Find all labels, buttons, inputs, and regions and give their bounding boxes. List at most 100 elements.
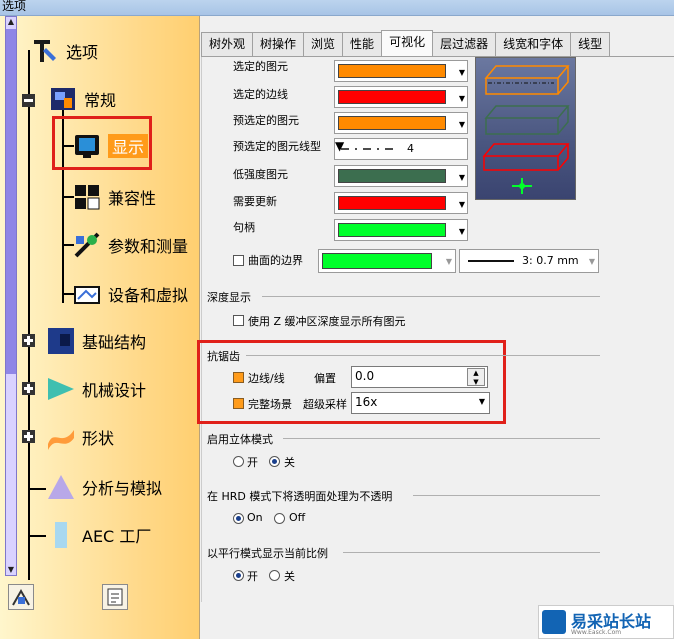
tree-toolbar xyxy=(0,580,200,639)
dropdown-arrow-icon[interactable]: ▼ xyxy=(459,120,465,129)
offset-value: 0.0 xyxy=(355,369,375,383)
dropdown-arrow-icon[interactable]: ▼ xyxy=(479,393,485,411)
antialias-section-title: 抗锯齿 xyxy=(207,350,240,363)
full-scene-checkbox[interactable] xyxy=(233,398,244,409)
preselected-linetype-label: 预选定的图元线型 xyxy=(233,140,321,153)
tree-item-infrastructure[interactable]: 基础结构 xyxy=(46,326,146,356)
options-lock-icon[interactable] xyxy=(8,584,34,610)
analysis-icon xyxy=(46,472,76,502)
surface-boundary-label: 曲面的边界 xyxy=(248,254,303,267)
tree-item-compatibility[interactable]: 兼容性 xyxy=(72,182,156,212)
tab-tree-manipulation[interactable]: 树操作 xyxy=(252,32,305,56)
tree-item-devices[interactable]: 设备和虚拟 xyxy=(72,279,188,309)
stereo-off-radio[interactable] xyxy=(269,456,280,467)
selected-edge-label: 选定的边线 xyxy=(233,88,288,101)
supersample-label: 超级采样 xyxy=(303,398,347,411)
color-fill xyxy=(338,223,446,237)
dropdown-arrow-icon[interactable]: ▼ xyxy=(459,200,465,209)
section-divider xyxy=(262,296,600,297)
edges-lines-checkbox[interactable] xyxy=(233,372,244,383)
needs-update-label: 需要更新 xyxy=(233,195,277,208)
dropdown-arrow-icon[interactable]: ▼ xyxy=(589,257,595,266)
hrd-on-label: On xyxy=(247,511,263,524)
tab-thickness-font[interactable]: 线宽和字体 xyxy=(495,32,572,56)
zbuffer-checkbox[interactable] xyxy=(233,315,244,326)
tab-visualization[interactable]: 可视化 xyxy=(381,30,434,56)
tree-item-label: 兼容性 xyxy=(108,189,157,208)
preselected-element-color-picker[interactable]: ▼ xyxy=(334,112,468,134)
tree-item-display[interactable]: 显示 xyxy=(72,131,149,161)
color-fill xyxy=(338,90,446,104)
tree-item-general[interactable]: 常规 xyxy=(48,84,116,114)
needs-update-color-picker[interactable]: ▼ xyxy=(334,192,468,214)
tree-item-label: 分析与模拟 xyxy=(82,479,163,498)
tree-item-analysis[interactable]: 分析与模拟 xyxy=(46,472,162,502)
site-logo-icon xyxy=(542,610,566,634)
dropdown-arrow-icon[interactable]: ▼ xyxy=(459,68,465,77)
supersample-select[interactable]: 16x ▼ xyxy=(351,392,490,414)
preview-wireframe-icon xyxy=(482,65,570,194)
spin-arrows-icon[interactable]: ▲ ▼ xyxy=(467,368,485,386)
mechanical-design-icon xyxy=(46,374,76,404)
hrd-off-radio[interactable] xyxy=(274,513,285,524)
stereo-on-radio[interactable] xyxy=(233,456,244,467)
tree-item-options[interactable]: 选项 xyxy=(30,36,98,66)
expand-icon[interactable] xyxy=(22,334,35,347)
section-divider xyxy=(343,552,600,553)
surface-boundary-color-picker[interactable]: ▼ xyxy=(318,249,456,273)
dash-dot-line-icon xyxy=(341,148,393,150)
scrollbar-thumb[interactable] xyxy=(6,29,16,374)
hrd-off-label: Off xyxy=(289,511,306,524)
offset-spin-input[interactable]: 0.0 ▲ ▼ xyxy=(351,366,488,388)
parameters-icon xyxy=(72,230,102,260)
dropdown-arrow-icon[interactable]: ▼ xyxy=(459,173,465,182)
tree-item-mechanical[interactable]: 机械设计 xyxy=(46,374,146,404)
parallel-on-radio[interactable] xyxy=(233,570,244,581)
collapse-icon[interactable] xyxy=(22,94,35,107)
options-settings-icon[interactable] xyxy=(102,584,128,610)
tab-layer-filter[interactable]: 层过滤器 xyxy=(432,32,497,56)
tree-line xyxy=(28,488,46,490)
tab-linetype[interactable]: 线型 xyxy=(570,32,611,56)
shape-icon xyxy=(46,422,76,452)
section-divider xyxy=(413,495,600,496)
hrd-on-radio[interactable] xyxy=(233,513,244,524)
parallel-off-radio[interactable] xyxy=(269,570,280,581)
scroll-down-arrow-icon[interactable]: ▼ xyxy=(6,565,16,575)
color-fill xyxy=(338,196,446,210)
expand-icon[interactable] xyxy=(22,430,35,443)
dropdown-arrow-icon[interactable]: ▼ xyxy=(459,227,465,236)
handle-color-picker[interactable]: ▼ xyxy=(334,219,468,241)
tree-item-label: AEC 工厂 xyxy=(82,527,152,546)
title-bar: 选项 xyxy=(0,0,674,16)
tab-navigation[interactable]: 浏览 xyxy=(303,32,344,56)
surface-boundary-thickness-picker[interactable]: 3: 0.7 mm ▼ xyxy=(459,249,599,273)
selected-edge-color-picker[interactable]: ▼ xyxy=(334,86,468,108)
surface-boundary-checkbox[interactable] xyxy=(233,255,244,266)
tree-item-shape[interactable]: 形状 xyxy=(46,422,114,452)
expand-icon[interactable] xyxy=(22,382,35,395)
scroll-up-arrow-icon[interactable]: ▲ xyxy=(6,17,16,27)
tree-item-label: 设备和虚拟 xyxy=(108,286,189,305)
tree-item-aec[interactable]: AEC 工厂 xyxy=(46,520,151,550)
tree-item-parameters[interactable]: 参数和测量 xyxy=(72,230,188,260)
depth-section-title: 深度显示 xyxy=(207,291,251,304)
low-intensity-color-picker[interactable]: ▼ xyxy=(334,165,468,187)
selected-element-color-picker[interactable]: ▼ xyxy=(334,60,468,82)
stereo-on-label: 开 xyxy=(247,456,258,469)
tree-item-label: 常规 xyxy=(84,91,117,110)
dropdown-arrow-icon[interactable]: ▼ xyxy=(459,94,465,103)
color-fill xyxy=(338,116,446,130)
aec-plant-icon xyxy=(46,520,76,550)
color-fill xyxy=(338,64,446,78)
linetype-number: 4 xyxy=(407,142,414,155)
offset-label: 偏置 xyxy=(314,372,336,385)
tab-tree-appearance[interactable]: 树外观 xyxy=(201,32,254,56)
preselected-linetype-picker[interactable]: 4 ▼ xyxy=(334,138,468,160)
tree-item-label: 显示 xyxy=(108,134,149,158)
tree-scrollbar[interactable]: ▲ ▼ xyxy=(5,16,17,576)
preselected-element-label: 预选定的图元 xyxy=(233,114,299,127)
tab-performance[interactable]: 性能 xyxy=(342,32,383,56)
devices-icon xyxy=(72,279,102,309)
dropdown-arrow-icon[interactable]: ▼ xyxy=(446,257,452,266)
